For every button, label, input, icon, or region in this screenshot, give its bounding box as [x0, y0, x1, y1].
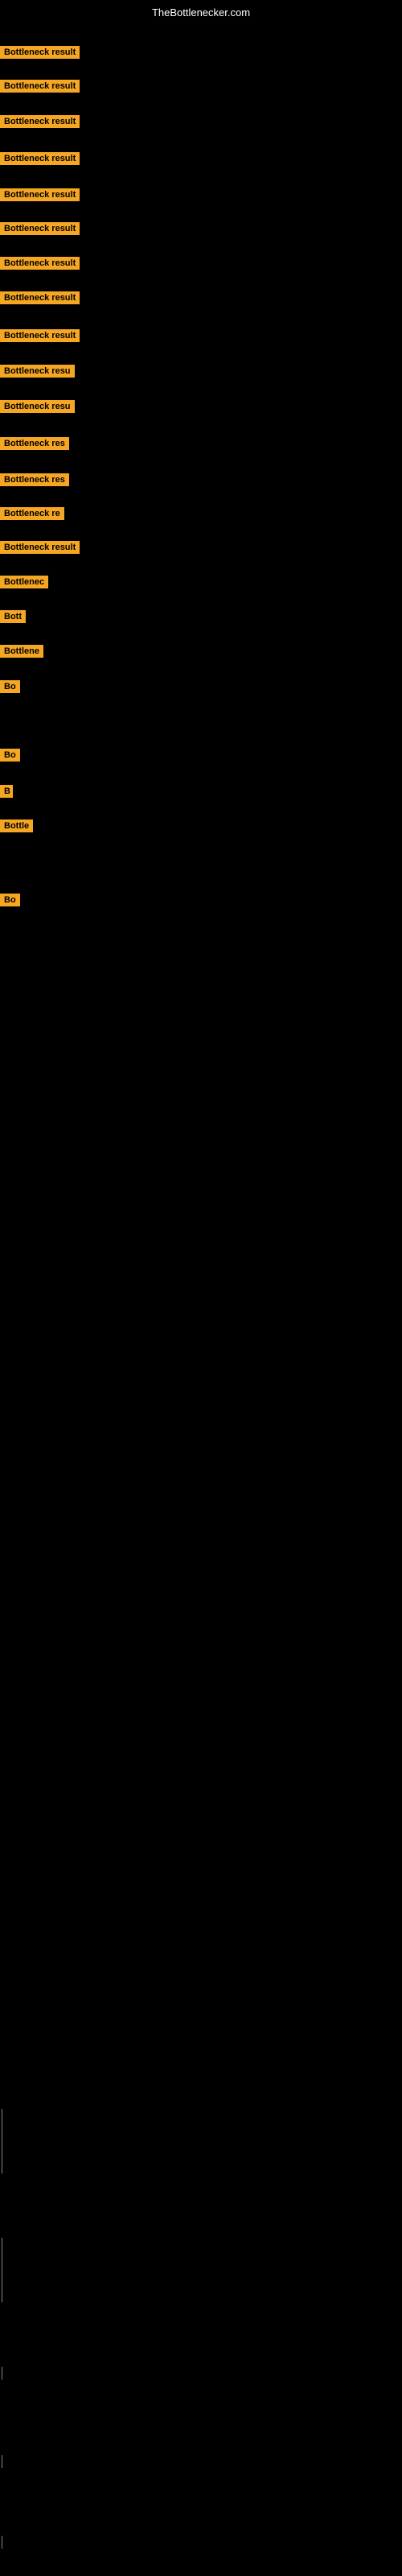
bottleneck-badge: Bottlenec — [0, 576, 48, 588]
bottleneck-badge: Bottleneck res — [0, 437, 69, 450]
bottleneck-badge: Bottleneck resu — [0, 365, 75, 378]
bottleneck-badge: Bottleneck result — [0, 188, 80, 201]
bottleneck-badge: Bottlene — [0, 645, 43, 658]
bottleneck-badge: Bottleneck result — [0, 329, 80, 342]
bottleneck-badge: Bottleneck result — [0, 291, 80, 304]
bottleneck-badge: Bottleneck result — [0, 222, 80, 235]
bottleneck-badge: Bo — [0, 749, 20, 762]
bottleneck-badge: Bo — [0, 894, 20, 906]
bottleneck-badge: Bottleneck result — [0, 152, 80, 165]
site-title: TheBottlenecker.com — [0, 3, 402, 22]
bottleneck-badge: Bottle — [0, 819, 33, 832]
bottleneck-badge: Bottleneck result — [0, 46, 80, 59]
bottleneck-badge: Bottleneck re — [0, 507, 64, 520]
bottleneck-badge: Bottleneck result — [0, 257, 80, 270]
bottleneck-badge: Bottleneck result — [0, 541, 80, 554]
bottleneck-badge: Bo — [0, 680, 20, 693]
bottleneck-badge: Bottleneck res — [0, 473, 69, 486]
bottleneck-badge: Bott — [0, 610, 26, 623]
bottleneck-badge: Bottleneck result — [0, 80, 80, 93]
bottleneck-badge: B — [0, 785, 13, 798]
bottleneck-badge: Bottleneck result — [0, 115, 80, 128]
bottleneck-badge: Bottleneck resu — [0, 400, 75, 413]
